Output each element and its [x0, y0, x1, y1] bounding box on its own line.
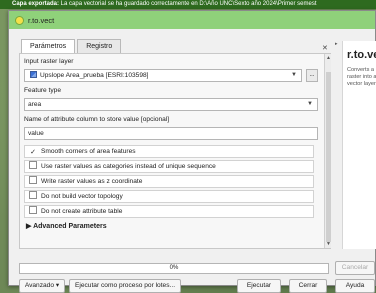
input-raster-label: Input raster layer [24, 58, 74, 65]
tab-parametros[interactable]: Parámetros [21, 39, 76, 53]
attribute-column-value: value [28, 130, 44, 137]
feature-type-label: Feature type [24, 87, 62, 94]
checkmark-icon: ✓ [29, 149, 37, 157]
z-coordinate-checkbox[interactable]: Write raster values as z coordinate [24, 175, 314, 188]
raster-categories-checkbox[interactable]: Use raster values as categories instead … [24, 160, 314, 173]
parameters-panel: Input raster layer Upslope Area_prueba [… [19, 53, 331, 249]
input-raster-value: Upslope Area_prueba [ESRI:103598] [40, 72, 149, 79]
advanced-parameters-toggle[interactable]: ▶ Advanced Parameters [26, 222, 107, 230]
help-description: Converts a raster into a vector layer. [347, 67, 376, 87]
help-button[interactable]: Ayuda [335, 279, 375, 293]
dialog-title-bar[interactable]: r.to.vect [9, 11, 375, 29]
chevron-down-icon: ▾ [55, 282, 60, 289]
scroll-down-icon[interactable]: ▼ [326, 241, 331, 247]
chevron-down-icon: ▼ [291, 72, 297, 78]
parameters-scrollbar[interactable]: ▲ ▼ [324, 54, 331, 248]
scroll-up-icon[interactable]: ▲ [326, 55, 331, 61]
checkbox-label: Write raster values as z coordinate [41, 178, 143, 185]
attribute-column-label: Name of attribute column to store value … [24, 116, 170, 123]
feature-type-value: area [28, 101, 42, 108]
input-raster-select[interactable]: Upslope Area_prueba [ESRI:103598] ▼ [24, 69, 302, 82]
progress-bar: 0% [19, 263, 329, 274]
message-bar-title: Capa exportada: [12, 1, 60, 7]
checkbox-label: Smooth corners of area features [41, 148, 136, 155]
checkbox-box [29, 161, 37, 169]
checkbox-box [29, 191, 37, 199]
help-panel: r.to.vect Converts a raster into a vecto… [342, 41, 376, 249]
tab-registro[interactable]: Registro [77, 39, 122, 53]
checkbox-label: Use raster values as categories instead … [41, 163, 216, 170]
smooth-corners-checkbox[interactable]: ✓ Smooth corners of area features [24, 145, 314, 158]
advanced-parameters-label: Advanced Parameters [33, 223, 107, 230]
advanced-button-label: Avanzado [24, 282, 55, 289]
attribute-column-input[interactable]: value [24, 127, 318, 140]
feature-type-select[interactable]: area ▼ [24, 98, 318, 111]
message-bar-text: La capa vectorial se ha guardado correct… [59, 1, 317, 7]
close-button[interactable]: Cerrar [289, 279, 327, 293]
collapse-arrow-icon[interactable]: ▸ [335, 41, 338, 47]
no-topology-checkbox[interactable]: Do not build vector topology [24, 190, 314, 203]
checkbox-box [29, 176, 37, 184]
checkbox-label: Do not create attribute table [41, 208, 123, 215]
batch-process-button[interactable]: Ejecutar como proceso por lotes... [69, 279, 181, 293]
chevron-down-icon: ▼ [307, 101, 313, 107]
dialog-title: r.to.vect [28, 15, 55, 25]
dialog-tabs: Parámetros Registro [21, 39, 123, 53]
run-button[interactable]: Ejecutar [237, 279, 281, 293]
no-attribute-table-checkbox[interactable]: Do not create attribute table [24, 205, 314, 218]
browse-button[interactable]: ... [306, 69, 318, 82]
scroll-thumb[interactable] [326, 72, 331, 242]
checkbox-label: Do not build vector topology [41, 193, 123, 200]
cancel-button[interactable]: Cancelar [335, 261, 375, 275]
close-panel-icon[interactable]: ✕ [322, 44, 328, 52]
message-bar: Capa exportada: La capa vectorial se ha … [0, 0, 376, 9]
algorithm-dialog: r.to.vect Parámetros Registro ✕ ▸ Input … [8, 10, 376, 293]
advanced-button[interactable]: Avanzado ▾ [19, 279, 65, 293]
raster-layer-icon [30, 71, 37, 78]
progress-label: 0% [169, 265, 179, 271]
chevron-right-icon: ▶ [26, 223, 32, 230]
qgis-logo-icon [15, 15, 24, 25]
help-title: r.to.vect [347, 49, 376, 61]
checkbox-box [29, 206, 37, 214]
